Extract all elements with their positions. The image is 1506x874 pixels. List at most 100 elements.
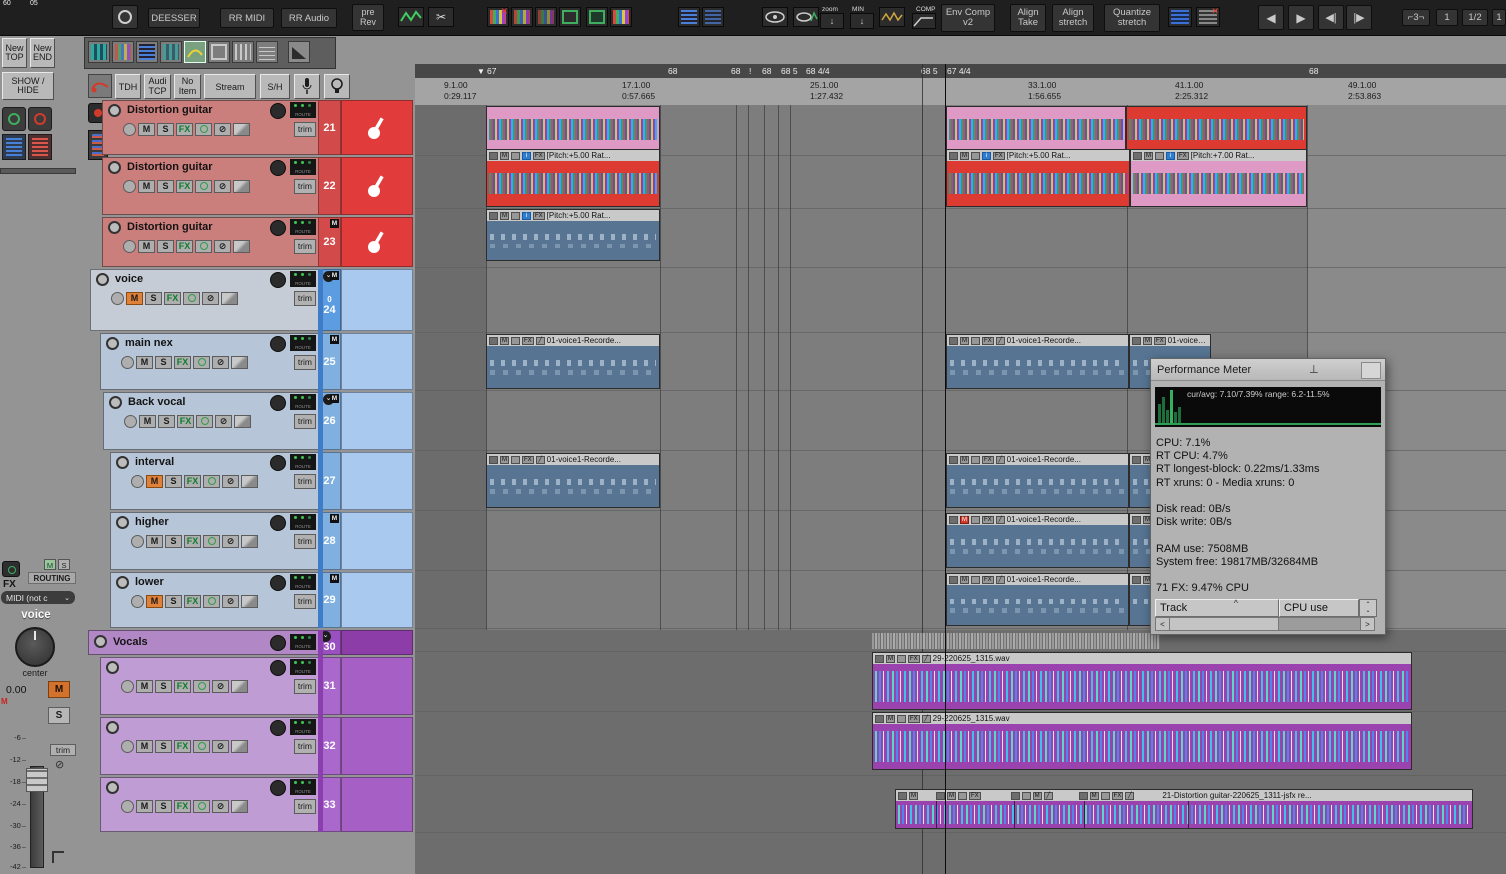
trim-button[interactable]: trim (293, 593, 316, 609)
env-bypass-button[interactable]: ⊘ (222, 474, 239, 488)
divider-bar[interactable] (0, 168, 76, 174)
media-item[interactable]: M FX ╱ 01-voice1-Recorde... (946, 513, 1129, 568)
fx-button[interactable]: FX (174, 679, 191, 693)
track-panel[interactable]: Distortion guitar ROUTE M S FX ⊘ trim (102, 157, 320, 215)
trim-mode-button[interactable]: trim (50, 744, 76, 756)
trim-button[interactable]: trim (293, 738, 316, 754)
record-arm-button[interactable] (96, 273, 109, 286)
track-color-swatch[interactable] (341, 269, 413, 331)
fx-button[interactable]: FX (184, 474, 201, 488)
playhead[interactable] (945, 64, 946, 874)
transport-jump-end-button[interactable]: |▶ (1346, 5, 1372, 30)
track-panel[interactable]: Back vocal ROUTE M S FX ⊘ trim (103, 392, 320, 450)
record-arm-button[interactable] (116, 516, 129, 529)
trim-button[interactable]: trim (293, 238, 316, 254)
track-panel[interactable]: interval ROUTE M S FX ⊘ trim (110, 452, 320, 510)
ungroup-items-icon[interactable] (702, 7, 724, 27)
env-bypass-button[interactable]: ⊘ (214, 122, 231, 136)
route-button[interactable]: ROUTE (290, 219, 316, 235)
quantize-stretch-button[interactable]: Quantize stretch (1104, 4, 1160, 32)
phase-button[interactable] (123, 122, 136, 136)
mute-button[interactable]: M (136, 679, 153, 693)
route-button[interactable]: ROUTE (290, 271, 316, 287)
env-display-button[interactable] (241, 474, 258, 488)
fx-power-button[interactable] (193, 739, 210, 753)
track-color-swatch[interactable] (341, 572, 413, 628)
group-items-icon[interactable] (678, 7, 700, 27)
envelope-tool-icon[interactable] (184, 41, 206, 63)
phase-button[interactable] (121, 679, 134, 693)
media-item[interactable]: M FX ╱ 01-voice1-Recorde... (946, 573, 1129, 626)
fx-button[interactable]: FX (176, 239, 193, 253)
track-color-swatch[interactable] (341, 630, 413, 655)
min-arrow-icon[interactable]: ↓ (850, 13, 874, 29)
track-panel[interactable]: ROUTE M S FX ⊘ trim (100, 777, 320, 832)
solo-button[interactable]: S (155, 739, 172, 753)
route-button[interactable]: ROUTE (290, 634, 316, 650)
phase-button[interactable] (121, 355, 134, 369)
fx-power-button[interactable] (193, 799, 210, 813)
fx-power-button[interactable] (203, 474, 220, 488)
route-button[interactable]: ROUTE (290, 719, 316, 735)
record-arm-button[interactable] (109, 396, 122, 409)
env-comp-button[interactable]: Env Comp v2 (941, 4, 995, 32)
pin-icon[interactable]: ⊤ (1309, 362, 1319, 375)
solo-button[interactable]: S (155, 355, 172, 369)
track-panel[interactable]: ROUTE M S FX ⊘ trim (100, 657, 320, 715)
new-end-button[interactable]: New END (30, 38, 55, 68)
solo-button[interactable]: S (165, 474, 182, 488)
pan-knob[interactable] (270, 272, 286, 288)
dock-window-icon[interactable] (208, 41, 230, 63)
media-item[interactable]: M FX ╱ 01-voice1-Recorde... (486, 453, 660, 508)
align-take-button[interactable]: Align Take (1010, 4, 1046, 32)
mute-button[interactable]: M (136, 739, 153, 753)
pan-knob[interactable] (270, 635, 286, 651)
route-button[interactable]: ROUTE (290, 779, 316, 795)
route-button[interactable]: ROUTE (290, 159, 316, 175)
deesser-button[interactable]: DEESSER (148, 8, 200, 28)
show-hide-button[interactable]: SHOW / HIDE (2, 72, 54, 100)
master-power-button[interactable] (2, 561, 20, 577)
solo-button[interactable]: S (165, 594, 182, 608)
mute-button[interactable]: M (136, 799, 153, 813)
fx-button[interactable]: FX (174, 739, 191, 753)
eye-wave-icon[interactable] (793, 7, 819, 27)
pan-knob[interactable] (270, 220, 286, 236)
record-arm-button[interactable] (108, 104, 121, 117)
fx-button[interactable]: FX (184, 594, 201, 608)
record-arm-button[interactable] (106, 337, 119, 350)
env-display-button[interactable] (231, 739, 248, 753)
fx-button[interactable]: FX (177, 414, 194, 428)
env-display-button[interactable] (231, 355, 248, 369)
solo-button[interactable]: S (158, 414, 175, 428)
column-header-track[interactable]: Track ^ (1155, 598, 1279, 617)
item-frame-icon[interactable] (586, 7, 608, 27)
mute-button[interactable]: M (138, 179, 155, 193)
track-panel[interactable]: Vocals ROUTE (88, 630, 320, 655)
pan-knob[interactable] (270, 660, 286, 676)
quantize-grid-icon[interactable] (88, 41, 110, 63)
env-bypass-button[interactable]: ⊘ (212, 799, 229, 813)
envelope-write-icon[interactable] (398, 7, 424, 27)
track-panel[interactable]: voice ROUTE M S FX ⊘ trim (90, 269, 320, 331)
mute-button[interactable]: M (139, 414, 156, 428)
env-bypass-icon[interactable]: ⊘ (55, 758, 64, 771)
transport-jump-start-button[interactable]: ◀| (1318, 5, 1344, 30)
route-button[interactable]: ROUTE (290, 454, 316, 470)
track-panel[interactable]: Distortion guitar ROUTE M S FX ⊘ trim (102, 217, 320, 267)
routing-button[interactable]: ROUTING (28, 572, 76, 584)
pre-rev-button[interactable]: pre Rev (352, 4, 384, 31)
track-color-swatch[interactable] (341, 100, 413, 155)
scissors-icon[interactable]: ✂ (428, 7, 454, 27)
route-button[interactable]: ROUTE (290, 574, 316, 590)
phase-button[interactable] (123, 239, 136, 253)
track-panel[interactable]: higher ROUTE M S FX ⊘ trim (110, 512, 320, 570)
solo-button[interactable]: S (165, 534, 182, 548)
grid-half-button[interactable]: 1/2 (1462, 9, 1488, 26)
transport-play-button[interactable]: ▶ (1288, 5, 1314, 30)
track-name[interactable]: voice (115, 273, 143, 285)
volume-readout[interactable]: 0.00 (6, 684, 26, 696)
tool-icon[interactable] (112, 5, 138, 29)
fx-red-x-icon[interactable]: ✕ (1196, 7, 1220, 27)
trim-button[interactable]: trim (293, 798, 316, 814)
